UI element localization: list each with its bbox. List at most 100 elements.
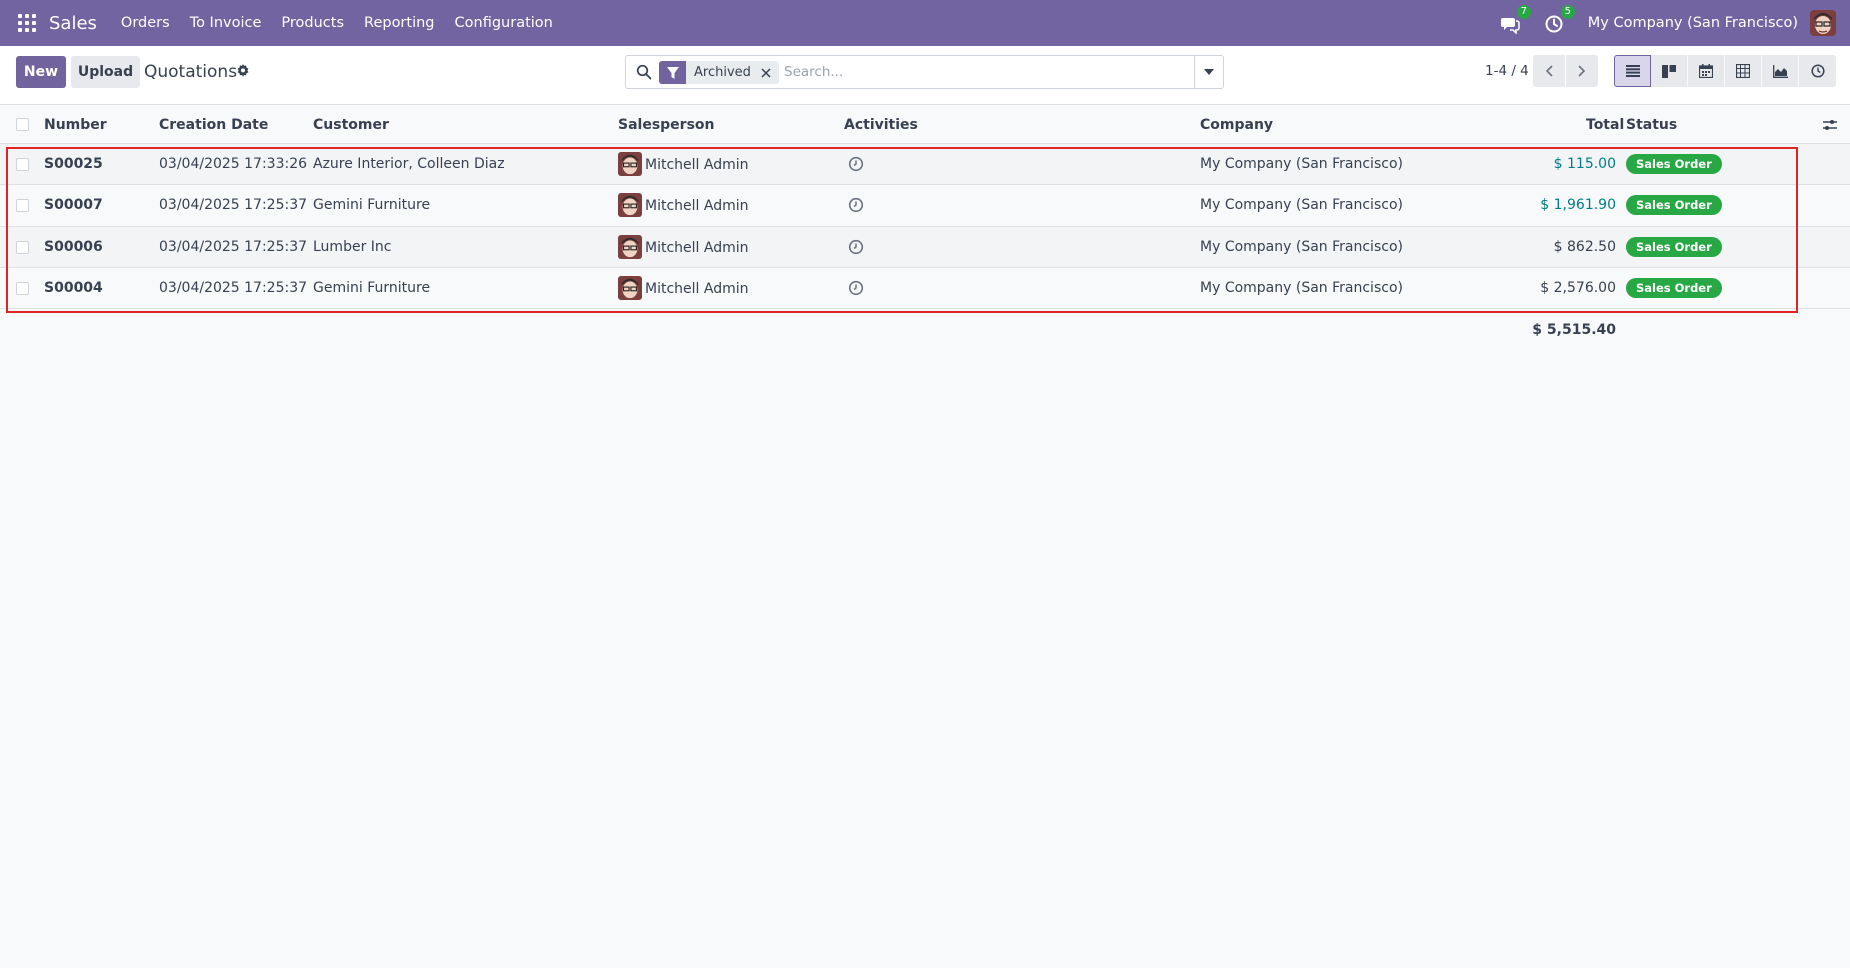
search-options-toggle[interactable] bbox=[1194, 56, 1223, 88]
menu-products[interactable]: Products bbox=[281, 15, 344, 31]
col-salesperson[interactable]: Salesperson bbox=[618, 117, 715, 133]
order-total: $ 2,576.00 bbox=[1540, 279, 1616, 296]
gear-icon[interactable] bbox=[236, 64, 250, 78]
col-activities[interactable]: Activities bbox=[844, 117, 918, 133]
row-checkbox[interactable] bbox=[16, 158, 29, 171]
pivot-table-icon bbox=[1736, 64, 1750, 78]
order-total: $ 115.00 bbox=[1553, 156, 1616, 172]
upload-button[interactable]: Upload bbox=[71, 56, 140, 88]
pager-next-button[interactable] bbox=[1566, 55, 1598, 87]
facet-label: Archived bbox=[694, 65, 751, 80]
calendar-view-button[interactable] bbox=[1688, 55, 1725, 87]
kanban-view-button[interactable] bbox=[1651, 55, 1688, 87]
list-view-button[interactable] bbox=[1614, 55, 1651, 87]
page-title: Quotations bbox=[144, 62, 238, 82]
menu-orders[interactable]: Orders bbox=[121, 15, 170, 31]
apps-menu-icon[interactable] bbox=[18, 14, 36, 32]
control-panel: New Upload Quotations Archived 1-4 / 4 bbox=[0, 46, 1850, 105]
order-number: S00006 bbox=[44, 238, 103, 255]
company-name: My Company (San Francisco) bbox=[1200, 279, 1403, 296]
table-row[interactable]: S00006 03/04/2025 17:25:37 Lumber Inc Mi… bbox=[0, 226, 1850, 268]
select-all-checkbox[interactable] bbox=[16, 118, 29, 131]
company-name: My Company (San Francisco) bbox=[1200, 238, 1403, 255]
chevron-right-icon bbox=[1578, 65, 1586, 77]
activity-clock-icon[interactable] bbox=[848, 197, 864, 213]
customer-name: Lumber Inc bbox=[313, 238, 392, 255]
status-badge: Sales Order bbox=[1626, 236, 1722, 257]
table-row[interactable]: S00025 03/04/2025 17:33:26 Azure Interio… bbox=[0, 144, 1850, 186]
optional-columns-icon[interactable] bbox=[1822, 117, 1838, 133]
pager-value[interactable]: 1-4 / 4 bbox=[1485, 63, 1529, 79]
status-badge: Sales Order bbox=[1626, 277, 1722, 298]
company-name: My Company (San Francisco) bbox=[1200, 197, 1403, 214]
facet-remove-icon[interactable] bbox=[759, 66, 773, 80]
activity-view-button[interactable] bbox=[1799, 55, 1836, 87]
order-number: S00007 bbox=[44, 197, 103, 214]
activity-clock-icon[interactable] bbox=[848, 156, 864, 172]
activities-badge: 5 bbox=[1560, 5, 1575, 19]
clock-icon bbox=[1810, 64, 1825, 78]
top-navbar: Sales Orders To Invoice Products Reporti… bbox=[0, 0, 1850, 46]
activity-clock-icon[interactable] bbox=[848, 239, 864, 255]
user-avatar[interactable] bbox=[1810, 10, 1836, 36]
area-chart-icon bbox=[1772, 64, 1788, 78]
search-facet: Archived bbox=[659, 61, 779, 84]
search-input[interactable] bbox=[784, 60, 1174, 84]
creation-date: 03/04/2025 17:25:37 bbox=[159, 279, 308, 296]
pager-previous-button[interactable] bbox=[1533, 55, 1565, 87]
table-header: Number Creation Date Customer Salesperso… bbox=[0, 106, 1850, 144]
activity-clock-icon[interactable] bbox=[848, 280, 864, 296]
pivot-view-button[interactable] bbox=[1725, 55, 1762, 87]
col-customer[interactable]: Customer bbox=[313, 117, 389, 133]
caret-down-icon bbox=[1204, 69, 1214, 75]
messages-badge: 7 bbox=[1516, 5, 1531, 19]
search-bar[interactable]: Archived bbox=[625, 55, 1224, 89]
order-total: $ 1,961.90 bbox=[1540, 197, 1616, 214]
menu-configuration[interactable]: Configuration bbox=[455, 15, 553, 31]
calendar-view-icon bbox=[1699, 64, 1713, 78]
col-company[interactable]: Company bbox=[1200, 117, 1273, 133]
col-total[interactable]: Total bbox=[1586, 117, 1624, 133]
salesperson-name: Mitchell Admin bbox=[645, 198, 749, 215]
menu-reporting[interactable]: Reporting bbox=[364, 15, 435, 31]
app-name[interactable]: Sales bbox=[49, 13, 97, 34]
messages-icon[interactable]: 7 bbox=[1500, 5, 1531, 35]
creation-date: 03/04/2025 17:25:37 bbox=[159, 238, 308, 255]
company-name: My Company (San Francisco) bbox=[1200, 156, 1403, 172]
salesperson-avatar bbox=[618, 234, 642, 259]
salesperson-name: Mitchell Admin bbox=[645, 239, 749, 256]
search-icon bbox=[636, 64, 652, 80]
salesperson-avatar bbox=[618, 152, 642, 176]
filter-icon bbox=[659, 61, 686, 84]
row-checkbox[interactable] bbox=[16, 199, 29, 213]
row-checkbox[interactable] bbox=[16, 240, 29, 254]
creation-date: 03/04/2025 17:25:37 bbox=[159, 197, 308, 214]
salesperson-name: Mitchell Admin bbox=[645, 157, 749, 173]
creation-date: 03/04/2025 17:33:26 bbox=[159, 156, 308, 172]
status-badge: Sales Order bbox=[1626, 195, 1722, 216]
salesperson-name: Mitchell Admin bbox=[645, 280, 749, 297]
chevron-left-icon bbox=[1545, 65, 1553, 77]
col-number[interactable]: Number bbox=[44, 117, 107, 133]
graph-view-button[interactable] bbox=[1762, 55, 1799, 87]
table-row[interactable]: S00004 03/04/2025 17:25:37 Gemini Furnit… bbox=[0, 267, 1850, 310]
order-number: S00025 bbox=[44, 156, 103, 172]
list-view-icon bbox=[1625, 65, 1640, 77]
table-row[interactable]: S00007 03/04/2025 17:25:37 Gemini Furnit… bbox=[0, 185, 1850, 227]
company-switcher[interactable]: My Company (San Francisco) bbox=[1588, 15, 1798, 31]
status-badge: Sales Order bbox=[1626, 154, 1722, 174]
navbar-systray: 7 5 My Company (San Francisco) bbox=[1500, 0, 1850, 46]
table-body: S00025 03/04/2025 17:33:26 Azure Interio… bbox=[0, 144, 1850, 310]
salesperson-avatar bbox=[618, 193, 642, 218]
new-button[interactable]: New bbox=[16, 56, 66, 88]
order-total: $ 862.50 bbox=[1553, 238, 1616, 255]
col-creation-date[interactable]: Creation Date bbox=[159, 117, 268, 133]
col-status[interactable]: Status bbox=[1626, 117, 1677, 133]
grand-total: $ 5,515.40 bbox=[1532, 322, 1616, 338]
order-number: S00004 bbox=[44, 279, 103, 296]
row-checkbox[interactable] bbox=[16, 281, 29, 295]
kanban-view-icon bbox=[1662, 64, 1676, 78]
activities-clock-icon[interactable]: 5 bbox=[1544, 5, 1575, 34]
customer-name: Azure Interior, Colleen Diaz bbox=[313, 156, 505, 172]
menu-to-invoice[interactable]: To Invoice bbox=[190, 15, 262, 31]
